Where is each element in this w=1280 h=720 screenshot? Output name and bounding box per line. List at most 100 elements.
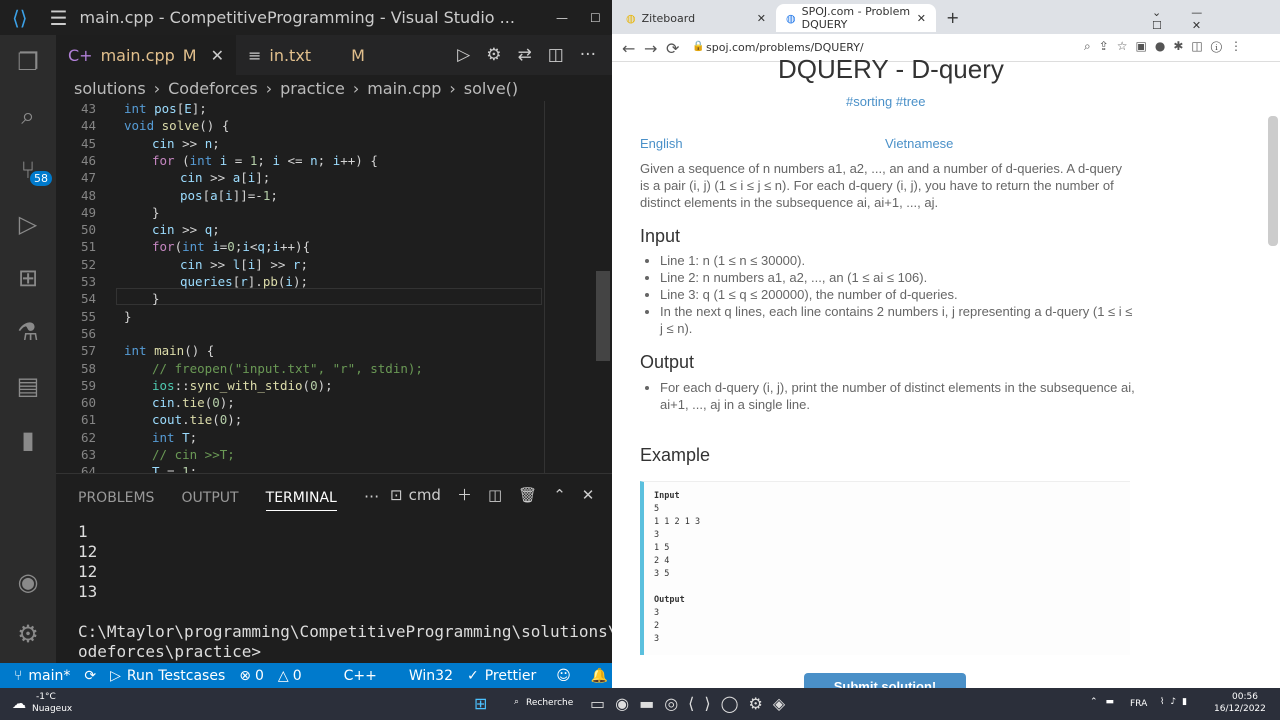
split-terminal-icon[interactable]: ◫ [488, 486, 502, 504]
notebook-icon[interactable]: ▤ [0, 359, 56, 413]
testing-icon[interactable]: ⚗ [0, 305, 56, 359]
source-control-icon[interactable]: ⑂ 58 [0, 143, 56, 197]
breadcrumb-item[interactable]: solutions [74, 79, 146, 98]
code-line[interactable]: queries[r].pb(i); [180, 274, 308, 289]
scrollbar[interactable] [596, 271, 610, 361]
close-tab-icon[interactable]: ✕ [757, 12, 766, 25]
code-line[interactable]: for(int i=0;i<q;i++){ [152, 239, 310, 254]
code-line[interactable]: cin >> n; [152, 136, 220, 151]
code-line[interactable]: int pos[E]; [124, 101, 207, 116]
start-icon[interactable]: ⊞ [474, 694, 487, 713]
url-field[interactable]: spoj.com/problems/DQUERY/ [706, 41, 864, 54]
settings-icon[interactable]: ⚙ [486, 45, 501, 65]
compare-icon[interactable]: ⇄ [517, 45, 531, 65]
code-line[interactable]: // cin >>T; [152, 447, 235, 462]
breadcrumb-item[interactable]: solve() [464, 79, 518, 98]
window-controls[interactable]: ⌄—☐✕ [1152, 6, 1280, 32]
tab-terminal[interactable]: TERMINAL [265, 490, 337, 511]
example-line: 3 [654, 634, 660, 644]
warning-count[interactable]: 0 [293, 668, 302, 684]
notifications-icon[interactable]: 🔔 [591, 668, 608, 684]
weather-temp[interactable]: -1°C [36, 692, 56, 702]
code-editor[interactable]: 43 int pos[E]; 44 void solve() {45 cin >> n;… [56, 101, 612, 473]
browser-scrollbar[interactable] [1268, 116, 1278, 246]
input-language[interactable]: FRA [1130, 699, 1147, 709]
close-tab-icon[interactable]: ✕ [917, 12, 926, 25]
browser-tab-ziteboard[interactable]: ◍ Ziteboard ✕ [616, 4, 776, 32]
settings-gear-icon[interactable]: ⚙ [0, 607, 56, 661]
code-line[interactable]: int T; [152, 430, 197, 445]
weather-desc[interactable]: Nuageux [32, 704, 72, 714]
problem-tags[interactable]: #sorting #tree [846, 94, 926, 109]
prettier[interactable]: Prettier [485, 668, 537, 684]
split-editor-icon[interactable]: ◫ [548, 45, 564, 65]
line-number: 53 [80, 274, 96, 289]
code-line[interactable]: for (int i = 1; i <= n; i++) { [152, 153, 378, 168]
breadcrumb-item[interactable]: Codeforces [168, 79, 258, 98]
terminal-prompt[interactable]: odeforces\practice> [78, 642, 261, 661]
feedback-icon[interactable]: ☺ [556, 668, 571, 684]
language-mode[interactable]: C++ [344, 668, 377, 684]
code-line[interactable]: cin >> l[i] >> r; [180, 257, 308, 272]
sync-icon[interactable]: ⟳ [84, 668, 96, 684]
close-tab-icon[interactable]: ✕ [211, 46, 224, 65]
extensions-icon[interactable]: ⊞ [0, 251, 56, 305]
branch[interactable]: main* [28, 668, 70, 684]
new-tab-icon[interactable]: + [946, 8, 959, 27]
network-volume-icons[interactable]: ⌇♪▮ [1160, 697, 1193, 707]
taskbar-search[interactable]: Recherche [526, 698, 573, 708]
code-line[interactable]: ios::sync_with_stdio(0); [152, 378, 333, 393]
line-number: 46 [80, 152, 96, 168]
explorer-icon[interactable]: ❐ [0, 35, 56, 89]
code-line[interactable]: cin.tie(0); [152, 395, 235, 410]
tab-main-cpp[interactable]: C+ main.cpp M ✕ [56, 35, 236, 75]
platform[interactable]: Win32 [409, 668, 453, 684]
code-line[interactable]: void solve() { [124, 118, 229, 133]
search-icon[interactable]: ⌕ [0, 89, 56, 143]
tab-in-txt[interactable]: ≡ in.txt M [236, 35, 377, 75]
chart-icon[interactable]: ▮ [0, 413, 56, 467]
tab-output[interactable]: OUTPUT [182, 490, 239, 506]
code-line[interactable]: pos[a[i]]=-1; [180, 188, 278, 203]
run-testcases[interactable]: Run Testcases [127, 668, 225, 684]
more-icon[interactable]: ··· [580, 45, 596, 65]
clock-time[interactable]: 00:56 [1232, 692, 1258, 702]
run-icon[interactable]: ▷ [457, 45, 470, 65]
minimap[interactable] [544, 101, 598, 473]
more-icon[interactable]: ··· [364, 487, 379, 506]
code-line[interactable]: cout.tie(0); [152, 412, 242, 427]
maximize-button[interactable]: ☐ [590, 11, 601, 25]
tray-icons[interactable]: ⌃▬ [1090, 697, 1122, 707]
clock-date[interactable]: 16/12/2022 [1214, 704, 1266, 714]
code-line[interactable]: int main() { [124, 343, 214, 358]
code-line[interactable]: T = 1; [152, 464, 197, 473]
breadcrumb-item[interactable]: main.cpp [367, 79, 441, 98]
code-line[interactable]: // freopen("input.txt", "r", stdin); [152, 361, 423, 376]
extensions-toolbar[interactable]: ⌕⇪☆▣●✱◫ⓘ⋮ [1084, 39, 1250, 54]
lang-tab-vietnamese[interactable]: Vietnamese [885, 136, 953, 151]
add-terminal-icon[interactable]: ＋ [457, 484, 472, 505]
minimize-button[interactable]: — [556, 11, 568, 25]
close-panel-icon[interactable]: ✕ [582, 486, 595, 504]
cpp-file-icon: C+ [68, 45, 93, 65]
run-debug-icon[interactable]: ▷ [0, 197, 56, 251]
breadcrumb-item[interactable]: practice [280, 79, 345, 98]
menu-icon[interactable]: ☰ [50, 6, 68, 30]
taskbar-apps[interactable]: ▭◉▬◎⟨⟩◯⚙◈ [590, 694, 795, 713]
maximize-panel-icon[interactable]: ⌃ [553, 486, 566, 504]
prettier-check-icon: ✓ [466, 667, 479, 684]
output-item: For each d-query (i, j), print the numbe… [660, 379, 1138, 413]
terminal-label[interactable]: cmd [409, 486, 441, 504]
lang-tab-english[interactable]: English [640, 136, 683, 151]
code-line[interactable]: cin >> a[i]; [180, 170, 270, 185]
code-line[interactable]: } [152, 205, 160, 220]
tab-problems[interactable]: PROBLEMS [78, 490, 154, 506]
account-icon[interactable]: ◉ [0, 555, 56, 609]
browser-tab-spoj[interactable]: ◍ SPOJ.com - Problem DQUERY ✕ [776, 4, 936, 32]
code-line[interactable]: cin >> q; [152, 222, 220, 237]
trash-icon[interactable]: 🗑 [518, 486, 537, 504]
submit-button[interactable]: Submit solution! [804, 673, 966, 688]
code-line[interactable]: } [124, 309, 132, 324]
error-count[interactable]: 0 [255, 668, 264, 684]
code-line[interactable]: } [152, 291, 160, 306]
